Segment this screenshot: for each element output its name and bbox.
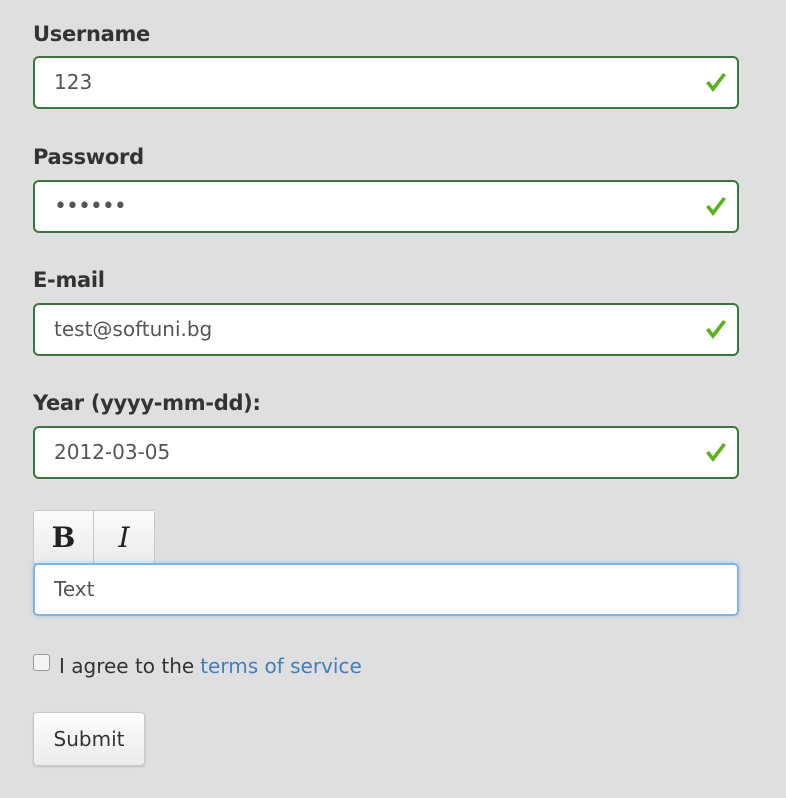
password-value: •••••• — [54, 194, 127, 219]
email-label: E-mail — [33, 268, 105, 292]
terms-checkbox[interactable] — [33, 653, 50, 671]
terms-text: I agree to the — [59, 654, 195, 678]
check-icon — [706, 197, 726, 216]
terms-row: I agree to the terms of service — [33, 651, 362, 681]
email-field[interactable]: test@softuni.bg — [33, 303, 739, 356]
check-icon — [706, 73, 726, 92]
check-icon — [706, 320, 726, 339]
check-icon — [706, 443, 726, 462]
year-field[interactable]: 2012-03-05 — [33, 426, 739, 479]
year-value: 2012-03-05 — [54, 440, 171, 464]
email-value: test@softuni.bg — [54, 317, 213, 341]
username-value: 123 — [54, 70, 93, 94]
editor-toolbar: B I — [33, 510, 155, 564]
bold-button[interactable]: B — [34, 511, 94, 563]
registration-form: Username 123 Password •••••• E-mail test… — [0, 0, 786, 798]
password-label: Password — [33, 145, 144, 169]
submit-button[interactable]: Submit — [33, 712, 145, 766]
italic-button[interactable]: I — [94, 511, 154, 563]
text-editor-field[interactable]: Text — [33, 563, 739, 616]
password-field[interactable]: •••••• — [33, 180, 739, 233]
terms-of-service-link[interactable]: terms of service — [200, 654, 362, 678]
username-label: Username — [33, 22, 150, 46]
year-label: Year (yyyy-mm-dd): — [33, 391, 261, 415]
text-editor-value: Text — [54, 577, 95, 601]
username-field[interactable]: 123 — [33, 56, 739, 109]
